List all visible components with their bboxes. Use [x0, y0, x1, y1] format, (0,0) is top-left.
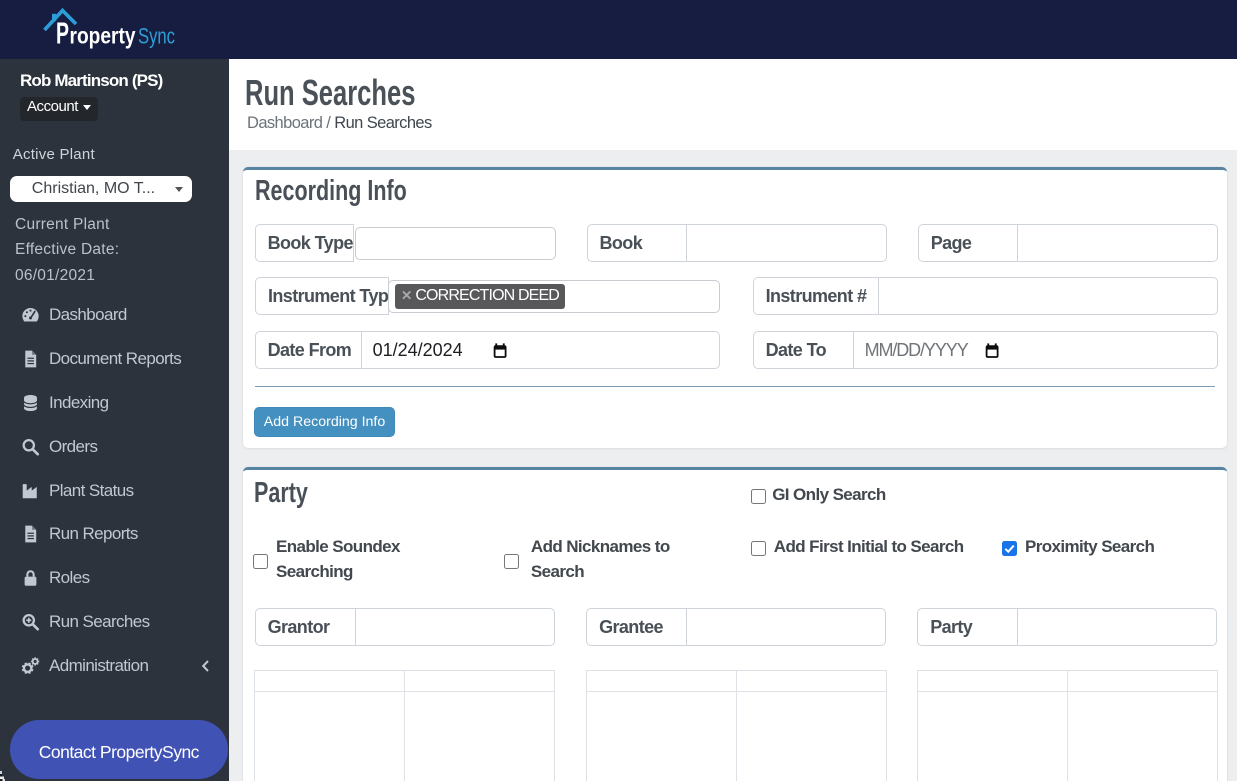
- svg-text:roperty: roperty: [70, 23, 136, 49]
- svg-text:Sync: Sync: [138, 24, 175, 49]
- svg-text:P: P: [56, 16, 69, 51]
